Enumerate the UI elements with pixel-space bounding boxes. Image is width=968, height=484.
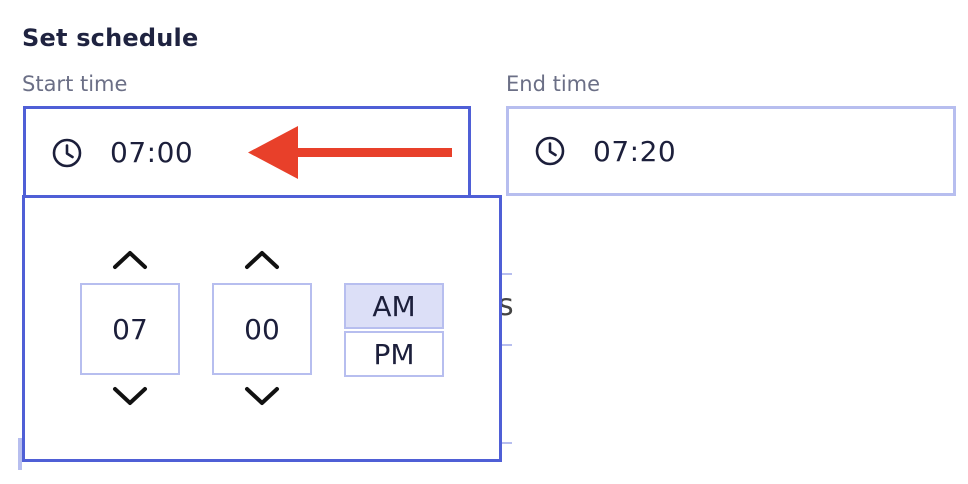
hour-decrement-chevron-down-icon[interactable] xyxy=(111,385,149,409)
pm-option[interactable]: PM xyxy=(344,331,444,377)
end-time-field[interactable]: 07:20 xyxy=(506,106,956,196)
hour-spinner[interactable]: 07 xyxy=(80,283,180,375)
end-time-label: End time xyxy=(506,72,601,96)
time-picker-popup: 07 00 AM PM xyxy=(22,195,502,462)
hour-increment-chevron-up-icon[interactable] xyxy=(111,247,149,271)
annotation-arrow-icon xyxy=(248,126,452,179)
page-title: Set schedule xyxy=(22,24,199,52)
end-time-value: 07:20 xyxy=(593,134,677,168)
start-time-value: 07:00 xyxy=(110,136,194,169)
clock-icon xyxy=(535,136,565,166)
am-option[interactable]: AM xyxy=(344,283,444,329)
minute-spinner[interactable]: 00 xyxy=(212,283,312,375)
minute-decrement-chevron-down-icon[interactable] xyxy=(243,385,281,409)
start-time-label: Start time xyxy=(22,72,128,96)
minute-increment-chevron-up-icon[interactable] xyxy=(243,247,281,271)
clock-icon xyxy=(52,138,82,167)
